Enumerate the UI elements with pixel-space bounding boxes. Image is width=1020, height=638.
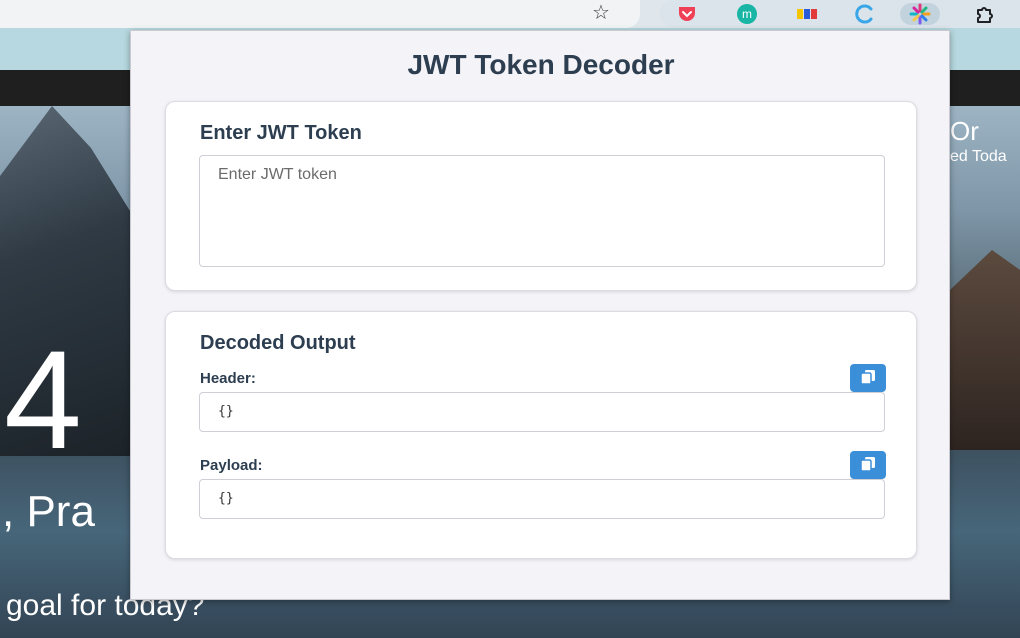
c-extension-icon[interactable]: [852, 3, 878, 25]
pocket-icon[interactable]: [674, 3, 700, 25]
browser-toolbar: ☆ m: [0, 0, 1020, 28]
header-output[interactable]: {}: [199, 392, 885, 432]
background-greeting-text: , Pra: [2, 487, 95, 536]
copy-header-button[interactable]: [850, 364, 886, 392]
background-right-subtext: ed Toda: [950, 148, 1007, 165]
token-input-heading: Enter JWT Token: [200, 122, 362, 144]
background-clock-text: 4: [4, 321, 82, 478]
jwt-decoder-extension-icon[interactable]: [900, 3, 940, 25]
jwt-decoder-popup: JWT Token Decoder Enter JWT Token Decode…: [130, 30, 950, 600]
header-label: Header:: [200, 370, 256, 387]
extensions-bar: m: [660, 0, 1020, 28]
flag-extension-icon[interactable]: [794, 3, 820, 25]
payload-label: Payload:: [200, 457, 263, 474]
bookmark-star-icon[interactable]: ☆: [592, 2, 610, 24]
background-mountain-right: [950, 250, 1020, 450]
copy-icon: [859, 456, 877, 475]
payload-output[interactable]: {}: [199, 479, 885, 519]
address-bar[interactable]: ☆: [0, 0, 640, 28]
decoded-output-heading: Decoded Output: [200, 332, 356, 354]
puzzle-extensions-icon[interactable]: [972, 3, 998, 25]
token-input-card: Enter JWT Token: [165, 101, 917, 291]
decoded-output-card: Decoded Output Header: {} Payload: {}: [165, 311, 917, 559]
m-extension-icon[interactable]: m: [734, 3, 760, 25]
jwt-token-input[interactable]: [199, 155, 885, 267]
copy-icon: [859, 369, 877, 388]
popup-title: JWT Token Decoder: [407, 49, 675, 80]
background-right-text: Or: [950, 116, 979, 146]
svg-text:m: m: [742, 7, 752, 21]
copy-payload-button[interactable]: [850, 451, 886, 479]
